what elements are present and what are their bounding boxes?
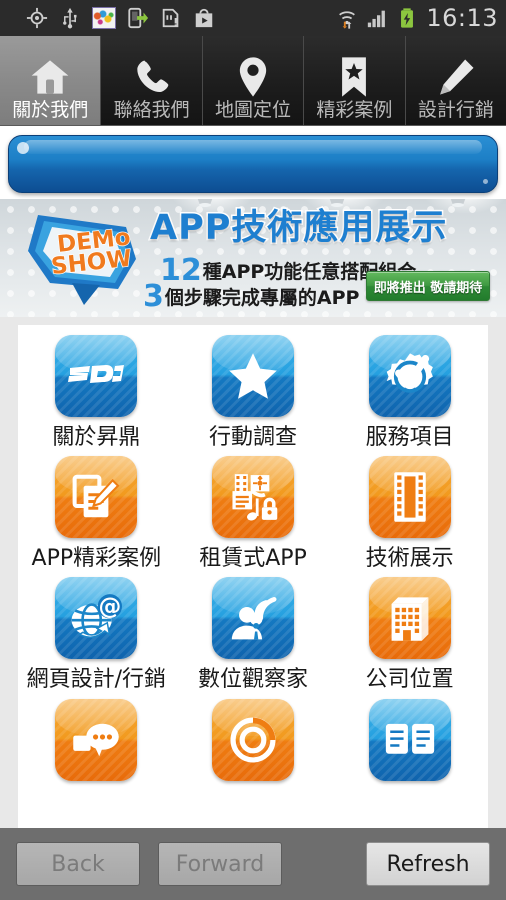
status-bar-clock: 16:13 xyxy=(426,4,498,32)
grid-item-digital-observer[interactable]: 數位觀察家 xyxy=(175,577,332,692)
back-button[interactable]: Back xyxy=(16,842,140,886)
sd-card-alert-icon xyxy=(162,8,179,28)
tab-label: 精彩案例 xyxy=(316,99,393,122)
svg-text:@: @ xyxy=(99,594,122,620)
spotlight-icon xyxy=(451,199,466,207)
grid-item-label: 數位觀察家 xyxy=(197,667,308,693)
tab-bar: 關於我們 聯絡我們 地圖定位 精彩案例 設計行銷 xyxy=(0,36,506,126)
grid-item-about-sdc[interactable]: 關於昇鼎 xyxy=(18,335,175,450)
home-icon xyxy=(28,53,72,101)
tab-label: 聯絡我們 xyxy=(113,99,190,122)
grid-item-services[interactable]: 服務項目 xyxy=(331,335,488,450)
grid-item-web-design-marketing[interactable]: @ 網頁設計/行銷 xyxy=(18,577,175,692)
grid-item-book[interactable] xyxy=(331,698,488,790)
tab-label: 關於我們 xyxy=(12,99,89,122)
status-bar-left-icons xyxy=(26,7,215,29)
usb-icon xyxy=(63,7,77,29)
promo-title: APP技術應用展示 xyxy=(148,208,448,249)
phone-icon xyxy=(132,53,172,101)
blue-banner[interactable] xyxy=(8,135,498,193)
bookmark-star-icon xyxy=(337,53,371,101)
grid-card: 關於昇鼎 行動調查 服務項目 APP精彩案例 租賃式APP 技術展示 @ 網頁設… xyxy=(18,325,488,828)
grid-item-label: 公司位置 xyxy=(365,667,454,693)
book-open-icon xyxy=(368,698,451,781)
demo-show-logo: DEMo SHOW xyxy=(28,215,136,305)
blue-banner-region xyxy=(0,127,506,199)
coming-soon-button[interactable]: 即將推出 敬請期待 xyxy=(366,271,490,301)
grid-item-mobile-survey[interactable]: 行動調查 xyxy=(175,335,332,450)
grid-background: 關於昇鼎 行動調查 服務項目 APP精彩案例 租賃式APP 技術展示 @ 網頁設… xyxy=(0,317,506,828)
globe-at-icon: @ xyxy=(55,577,138,660)
grid-item-label: 服務項目 xyxy=(365,425,454,450)
person-wifi-icon xyxy=(211,577,294,660)
tab-design-marketing[interactable]: 設計行銷 xyxy=(405,36,506,125)
status-bar: 16:13 xyxy=(0,0,506,36)
circle-spiral-icon xyxy=(211,698,294,781)
film-strip-icon xyxy=(368,456,451,539)
star-icon xyxy=(211,335,294,417)
tab-about-us[interactable]: 關於我們 xyxy=(0,36,102,125)
gps-icon xyxy=(26,7,48,29)
grid-item-label: 技術展示 xyxy=(365,546,454,572)
banner-highlight-dot xyxy=(17,142,29,154)
promo-banner[interactable]: DEMo SHOW APP技術應用展示 12種APP功能任意搭配組合 3個步驟完… xyxy=(0,199,506,317)
grid-item-tech-demo[interactable]: 技術展示 xyxy=(331,456,488,571)
wifi-data-icon xyxy=(339,11,356,29)
page-content: DEMo SHOW APP技術應用展示 12種APP功能任意搭配組合 3個步驟完… xyxy=(0,127,506,828)
sdc-logo-icon xyxy=(55,335,138,417)
app-grid: 關於昇鼎 行動調查 服務項目 APP精彩案例 租賃式APP 技術展示 @ 網頁設… xyxy=(18,335,488,790)
signal-bars-icon xyxy=(368,10,386,28)
grid-item-company-location[interactable]: 公司位置 xyxy=(331,577,488,692)
grid-item-label: 行動調查 xyxy=(208,425,297,450)
status-bar-right-icons: 16:13 xyxy=(336,6,498,30)
media-lock-icon xyxy=(211,456,294,539)
grid-item-chat[interactable] xyxy=(18,698,175,790)
map-pin-icon xyxy=(236,53,270,101)
refresh-button[interactable]: Refresh xyxy=(366,842,490,886)
tab-map-location[interactable]: 地圖定位 xyxy=(202,36,305,125)
promo-line-2: 3個步驟完成專屬的APP xyxy=(143,282,359,312)
browser-navigation-bar: Back Forward Refresh xyxy=(0,828,506,900)
tab-case-studies[interactable]: 精彩案例 xyxy=(304,36,406,125)
tab-label: 地圖定位 xyxy=(215,99,292,122)
app-screen: 16:13 關於我們 聯絡我們 地圖定位 精彩案例 設計行銷 DEMo SHOW… xyxy=(0,0,506,900)
grid-item-label: 網頁設計/行銷 xyxy=(26,667,167,693)
pencil-icon xyxy=(436,53,476,101)
promo-line-2-text: 個步驟完成專屬的APP xyxy=(164,287,360,309)
tab-label: 設計行銷 xyxy=(417,99,494,122)
grid-item-circle[interactable] xyxy=(175,698,332,790)
banner-corner-dot xyxy=(483,179,488,184)
grid-item-label: 租賃式APP xyxy=(199,546,307,572)
grid-item-label: APP精彩案例 xyxy=(31,546,162,572)
phone-transfer-icon xyxy=(128,7,149,29)
photo-thumbnail-icon xyxy=(92,7,116,29)
forward-button[interactable]: Forward xyxy=(158,842,282,886)
gear-check-icon xyxy=(368,335,451,417)
grid-item-label: 關於昇鼎 xyxy=(52,425,141,450)
battery-charging-icon xyxy=(401,8,414,28)
document-pencil-icon xyxy=(55,456,138,539)
play-store-icon xyxy=(195,8,213,28)
chat-bubble-icon xyxy=(55,698,138,781)
grid-item-rental-app[interactable]: 租賃式APP xyxy=(175,456,332,571)
building-icon xyxy=(368,577,451,660)
promo-line-2-number: 3 xyxy=(143,279,164,314)
grid-item-app-cases[interactable]: APP精彩案例 xyxy=(18,456,175,571)
tab-contact-us[interactable]: 聯絡我們 xyxy=(101,36,203,125)
